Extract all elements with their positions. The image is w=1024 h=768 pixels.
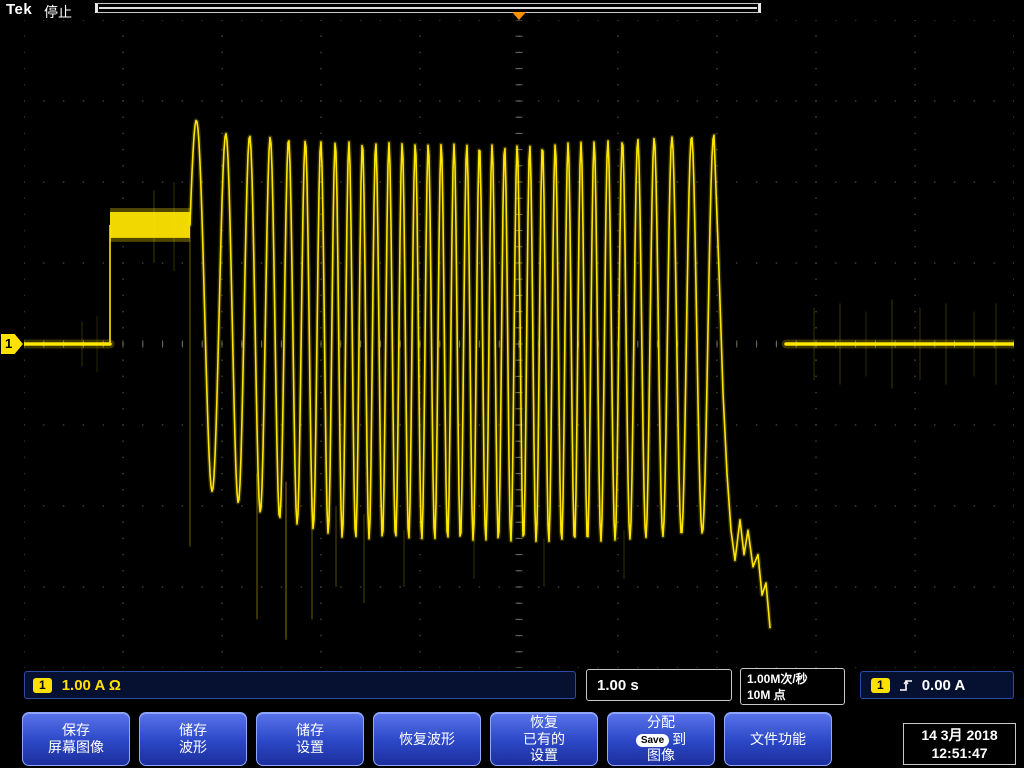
tek-logo: Tek [6, 1, 32, 18]
menu-button-line: 设置 [296, 739, 324, 756]
menu-button-line: 文件功能 [750, 731, 806, 748]
menu-button-recall-waveform[interactable]: 恢复波形 [373, 712, 481, 766]
record-view-bar[interactable] [95, 3, 761, 13]
menu-button-line: 恢复波形 [399, 731, 455, 748]
trigger-position-marker[interactable] [512, 12, 526, 20]
menu-button-file-utilities[interactable]: 文件功能 [724, 712, 832, 766]
menu-button-line: 恢复 [530, 714, 558, 731]
trigger-level-label: 0.00 A [922, 677, 966, 694]
datetime-box: 14 3月 2018 12:51:47 [903, 723, 1016, 765]
sample-rate-label: 1.00M次/秒 [747, 671, 838, 687]
channel1-scale-readout[interactable]: 1 1.00 A Ω [24, 671, 576, 699]
menu-button-line: 屏幕图像 [48, 739, 104, 756]
channel1-scale-label: 1.00 A Ω [62, 677, 121, 694]
menu-button-line: 储存 [296, 722, 324, 739]
record-line [99, 7, 757, 9]
waveform-display [24, 20, 1014, 668]
graticule-and-trace [24, 20, 1014, 668]
acquisition-status: 停止 [44, 2, 72, 22]
startup-band [110, 212, 190, 238]
menu-button-line: 储存 [179, 722, 207, 739]
menu-button-line: 已有的 [523, 731, 565, 748]
menu-button-save-waveform[interactable]: 储存波形 [139, 712, 247, 766]
menu-button-line: 图像 [647, 747, 675, 764]
menu-button-assign-save-to-image[interactable]: 分配Save到图像 [607, 712, 715, 766]
menu-button-recall-saved-setup[interactable]: 恢复已有的设置 [490, 712, 598, 766]
time-label: 12:51:47 [931, 744, 987, 762]
samplerate-readout: 1.00M次/秒 10M 点 [740, 668, 845, 705]
trigger-readout[interactable]: 1 0.00 A [860, 671, 1014, 699]
trigger-source-badge: 1 [871, 678, 890, 693]
channel1-ground-marker[interactable]: 1 [1, 334, 23, 354]
timebase-readout[interactable]: 1.00 s [586, 669, 732, 701]
menu-button-line: 保存 [62, 722, 90, 739]
menu-button-line: 波形 [179, 739, 207, 756]
date-label: 14 3月 2018 [921, 726, 997, 744]
menu-button-line: 分配 [647, 714, 675, 731]
menu-button-line: Save到 [636, 731, 686, 748]
save-key-pill: Save [636, 734, 669, 747]
menu-button-save-setup[interactable]: 储存设置 [256, 712, 364, 766]
record-length-label: 10M 点 [747, 687, 838, 703]
menu-button-line: 设置 [530, 747, 558, 764]
channel1-badge: 1 [33, 678, 52, 693]
rising-edge-icon [899, 678, 913, 693]
top-status-bar: Tek 停止 [0, 0, 1024, 20]
menu-button-save-screen-image[interactable]: 保存屏幕图像 [22, 712, 130, 766]
timebase-label: 1.00 s [597, 677, 639, 694]
bottom-menu: 保存屏幕图像储存波形储存设置恢复波形恢复已有的设置分配Save到图像文件功能 [22, 712, 832, 766]
